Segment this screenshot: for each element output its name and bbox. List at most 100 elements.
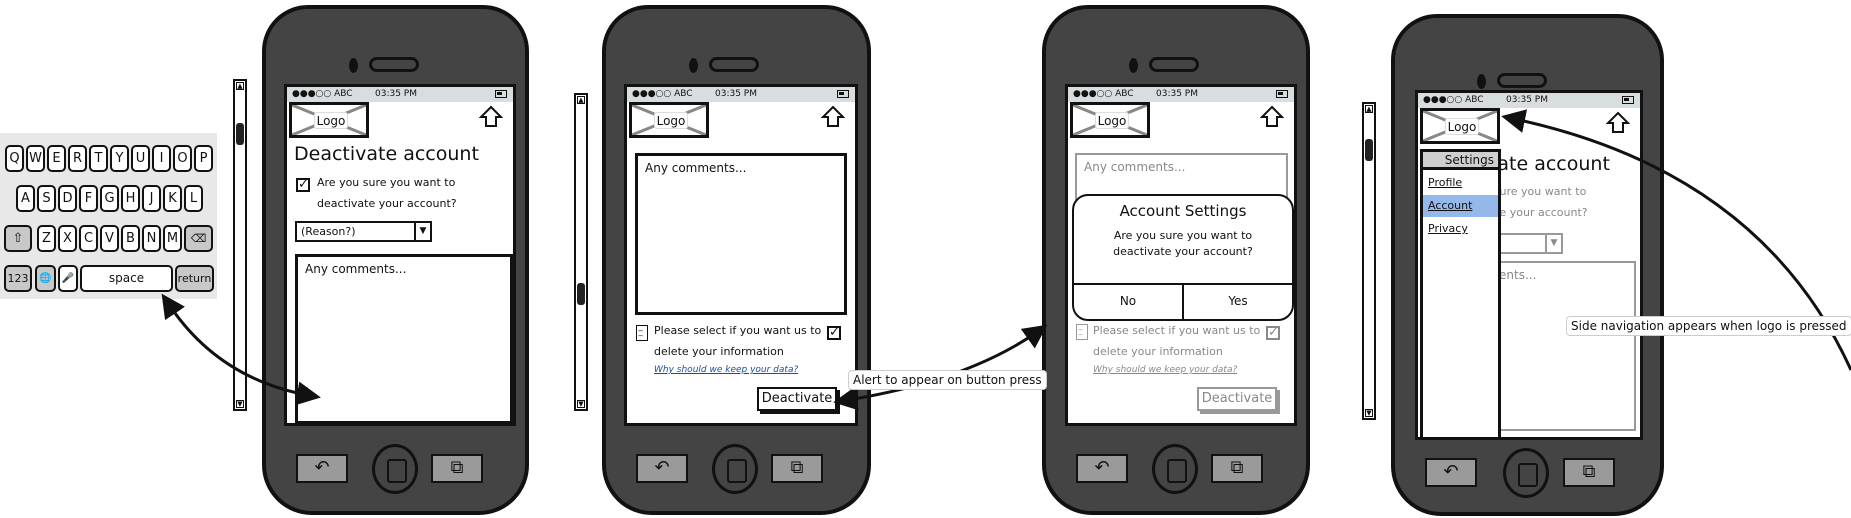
key-v[interactable]: V bbox=[100, 225, 119, 252]
key-g[interactable]: G bbox=[100, 185, 119, 212]
carrier-signal: ●●●○○ ABC bbox=[1073, 89, 1134, 99]
logo-button[interactable]: Logo bbox=[629, 102, 709, 138]
side-nav-annotation: Side navigation appears when logo is pre… bbox=[1566, 316, 1851, 336]
comments-textarea[interactable]: Any comments... bbox=[635, 153, 847, 315]
multitask-button[interactable]: ⧉ bbox=[771, 454, 823, 483]
space-key[interactable]: space bbox=[80, 265, 173, 292]
yes-button[interactable]: Yes bbox=[1184, 283, 1292, 319]
key-p[interactable]: P bbox=[194, 145, 213, 172]
delete-info-checkbox[interactable]: ✓ bbox=[827, 326, 841, 340]
home-icon[interactable] bbox=[1606, 111, 1630, 135]
clock: 03:35 PM bbox=[715, 89, 757, 99]
delete-info-label: Please select if you want us to delete y… bbox=[1093, 324, 1261, 358]
back-button[interactable]: ↶ bbox=[636, 454, 688, 483]
document-icon: ‒ ‒ ‒ bbox=[636, 325, 648, 345]
key-x[interactable]: X bbox=[58, 225, 77, 252]
key-l[interactable]: L bbox=[184, 185, 203, 212]
scrollbar[interactable]: ▲ ▼ bbox=[233, 79, 247, 411]
scroll-up-icon[interactable]: ▲ bbox=[1365, 105, 1373, 113]
key-e[interactable]: E bbox=[47, 145, 66, 172]
key-s[interactable]: S bbox=[37, 185, 56, 212]
key-i[interactable]: I bbox=[152, 145, 171, 172]
carrier-signal: ●●●○○ ABC bbox=[292, 89, 353, 99]
key-h[interactable]: H bbox=[121, 185, 140, 212]
key-y[interactable]: Y bbox=[110, 145, 129, 172]
key-t[interactable]: T bbox=[89, 145, 108, 172]
key-k[interactable]: K bbox=[163, 185, 182, 212]
side-nav-item-privacy[interactable]: Privacy bbox=[1423, 218, 1498, 240]
key-c[interactable]: C bbox=[79, 225, 98, 252]
dropdown-arrow-icon[interactable]: ▼ bbox=[414, 223, 430, 240]
scroll-thumb[interactable] bbox=[236, 123, 244, 145]
mic-key[interactable]: 🎤 bbox=[58, 265, 78, 292]
back-button[interactable]: ↶ bbox=[1425, 458, 1477, 487]
dialog-title: Account Settings bbox=[1119, 202, 1247, 220]
scroll-down-icon[interactable]: ▼ bbox=[577, 400, 585, 408]
multitask-button[interactable]: ⧉ bbox=[1211, 454, 1263, 483]
side-nav-item-account[interactable]: Account bbox=[1423, 195, 1498, 217]
return-key[interactable]: return bbox=[175, 265, 214, 292]
dropdown-arrow-icon: ▼ bbox=[1545, 235, 1561, 252]
scroll-up-icon[interactable]: ▲ bbox=[577, 96, 585, 104]
home-hardware-button[interactable] bbox=[372, 444, 418, 494]
key-a[interactable]: A bbox=[16, 185, 35, 212]
windows-icon: ⧉ bbox=[450, 457, 464, 478]
key-w[interactable]: W bbox=[26, 145, 45, 172]
logo-button[interactable]: Logo bbox=[1420, 108, 1500, 144]
comments-textarea[interactable]: Any comments... bbox=[295, 254, 513, 423]
key-f[interactable]: F bbox=[79, 185, 98, 212]
no-button[interactable]: No bbox=[1074, 283, 1184, 319]
key-o[interactable]: O bbox=[173, 145, 192, 172]
keyboard: Q W E R T Y U I O P A S D F G H J K L ⇧ … bbox=[0, 133, 217, 299]
document-icon: ‒ ‒ ‒ bbox=[1076, 324, 1088, 344]
key-z[interactable]: Z bbox=[37, 225, 56, 252]
windows-icon: ⧉ bbox=[790, 457, 804, 478]
key-u[interactable]: U bbox=[131, 145, 150, 172]
earpiece-icon bbox=[1497, 73, 1547, 88]
key-n[interactable]: N bbox=[142, 225, 161, 252]
scroll-down-icon[interactable]: ▼ bbox=[236, 400, 244, 408]
carrier-signal: ●●●○○ ABC bbox=[632, 89, 693, 99]
shift-key[interactable]: ⇧ bbox=[4, 225, 32, 252]
scrollbar[interactable]: ▲ ▼ bbox=[1362, 102, 1376, 420]
home-icon[interactable] bbox=[1260, 105, 1284, 129]
key-b[interactable]: B bbox=[121, 225, 140, 252]
key-r[interactable]: R bbox=[68, 145, 87, 172]
deactivate-button[interactable]: Deactivate bbox=[757, 387, 837, 411]
confirm-checkbox[interactable]: ✓ bbox=[296, 178, 310, 192]
alert-annotation: Alert to appear on button press bbox=[848, 370, 1047, 390]
reason-select[interactable]: (Reason?) ▼ bbox=[295, 221, 432, 242]
home-icon[interactable] bbox=[479, 105, 503, 129]
logo-button[interactable]: Logo bbox=[1070, 102, 1150, 138]
home-hardware-button[interactable] bbox=[712, 444, 758, 494]
side-nav-item-profile[interactable]: Profile bbox=[1423, 172, 1498, 194]
scroll-thumb[interactable] bbox=[1365, 139, 1373, 161]
logo-button[interactable]: Logo bbox=[289, 102, 369, 138]
key-m[interactable]: M bbox=[163, 225, 182, 252]
back-button[interactable]: ↶ bbox=[296, 454, 348, 483]
globe-key[interactable]: 🌐 bbox=[35, 265, 56, 292]
numbers-key[interactable]: 123 bbox=[4, 265, 32, 292]
home-hardware-button[interactable] bbox=[1503, 448, 1549, 498]
scrollbar[interactable]: ▲ ▼ bbox=[574, 93, 588, 411]
scroll-thumb[interactable] bbox=[577, 283, 585, 305]
logo-label: Logo bbox=[654, 112, 688, 129]
battery-icon bbox=[1622, 96, 1634, 104]
multitask-button[interactable]: ⧉ bbox=[1563, 458, 1615, 487]
scroll-up-icon[interactable]: ▲ bbox=[236, 82, 244, 90]
key-j[interactable]: J bbox=[142, 185, 161, 212]
home-icon[interactable] bbox=[821, 105, 845, 129]
key-d[interactable]: D bbox=[58, 185, 77, 212]
multitask-button[interactable]: ⧉ bbox=[431, 454, 483, 483]
why-keep-data-link[interactable]: Why should we keep your data? bbox=[654, 365, 798, 375]
page-title: Deactivate account bbox=[294, 143, 479, 165]
reason-value: (Reason?) bbox=[301, 225, 356, 238]
screen: ●●●○○ ABC 03:35 PM Logo Any comments... ‒… bbox=[1065, 84, 1297, 426]
phone-delete-info: ●●●○○ ABC 03:35 PM Logo Any comments... ‒… bbox=[602, 5, 871, 515]
home-hardware-button[interactable] bbox=[1152, 444, 1198, 494]
key-q[interactable]: Q bbox=[5, 145, 24, 172]
earpiece-icon bbox=[369, 57, 419, 72]
backspace-key[interactable]: ⌫ bbox=[184, 225, 213, 252]
scroll-down-icon[interactable]: ▼ bbox=[1365, 409, 1373, 417]
back-button[interactable]: ↶ bbox=[1076, 454, 1128, 483]
